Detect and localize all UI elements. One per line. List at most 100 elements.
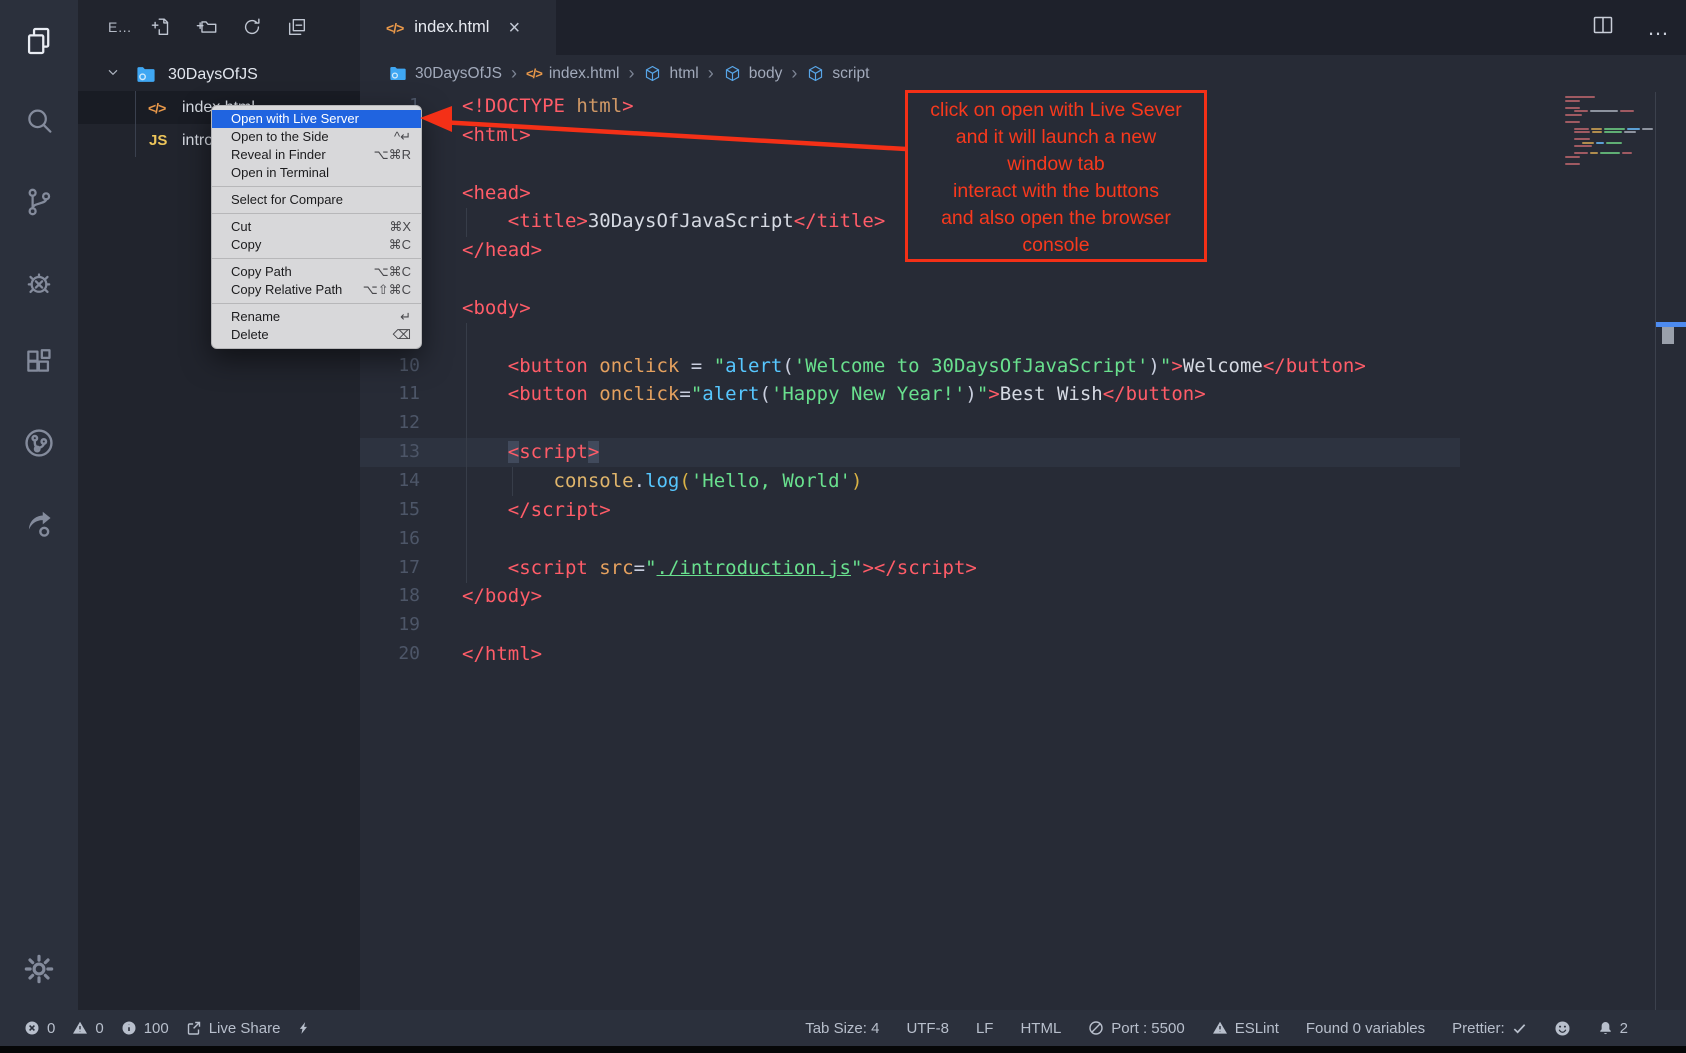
- editor-group: </> index.html × … 30DaysOfJS </>index.ht…: [360, 0, 1686, 1010]
- menu-item-shortcut: ⌘C: [389, 236, 411, 254]
- scrollbar-thumb[interactable]: [1662, 327, 1674, 344]
- status-left-group: 00 100 Live Share: [24, 1020, 310, 1037]
- status-item-label: Tab Size: 4: [805, 1020, 879, 1037]
- tab-index-html[interactable]: </> index.html ×: [360, 0, 556, 55]
- status-item-label: Prettier:: [1452, 1020, 1505, 1037]
- menu-item-label: Delete: [231, 326, 269, 344]
- code-line-14[interactable]: 14 console.log('Hello, World'): [360, 467, 1460, 496]
- menu-item-rename[interactable]: Rename↵: [212, 308, 421, 326]
- menu-item-label: Open to the Side: [231, 128, 329, 146]
- status-item-port-5500[interactable]: Port : 5500: [1088, 1020, 1184, 1037]
- refresh-icon[interactable]: [240, 15, 264, 39]
- breadcrumb-item-index-html[interactable]: </>index.html: [526, 65, 619, 83]
- line-number: 19: [360, 611, 420, 640]
- status-item-prettier[interactable]: Prettier:: [1452, 1020, 1527, 1037]
- breadcrumb-label: body: [749, 65, 783, 83]
- menu-item-cut[interactable]: Cut⌘X: [212, 218, 421, 236]
- menu-item-open-with-live-server[interactable]: Open with Live Server: [212, 110, 421, 128]
- breadcrumb-label: html: [669, 65, 698, 83]
- extensions-icon[interactable]: [0, 334, 78, 392]
- code-line-13[interactable]: 13 <script>: [360, 438, 1460, 467]
- menu-item-shortcut: ^↵: [394, 128, 411, 146]
- source-control-icon[interactable]: [0, 173, 78, 231]
- status-item-2[interactable]: 2: [1598, 1020, 1628, 1037]
- chevron-right-icon: [706, 63, 716, 84]
- code-line-17[interactable]: 17 <script src="./introduction.js"></scr…: [360, 554, 1460, 583]
- status-item-lightning[interactable]: [297, 1020, 310, 1036]
- new-file-icon[interactable]: [150, 15, 174, 39]
- folder-label: 30DaysOfJS: [168, 66, 258, 84]
- line-content: [420, 265, 462, 294]
- status-item-eslint[interactable]: ESLint: [1212, 1020, 1279, 1037]
- minimap-line: [1565, 142, 1653, 144]
- status-item-lf[interactable]: LF: [976, 1020, 994, 1037]
- code-line-16[interactable]: 16: [360, 525, 1460, 554]
- line-content: [420, 323, 462, 352]
- code-line-8[interactable]: 8<body>: [360, 294, 1460, 323]
- explorer-icon[interactable]: [0, 12, 78, 70]
- line-content: </body>: [420, 582, 542, 611]
- cube-icon: [723, 64, 742, 83]
- status-item-0[interactable]: 0: [72, 1020, 103, 1037]
- line-number: 16: [360, 525, 420, 554]
- status-item-smiley[interactable]: [1554, 1020, 1571, 1037]
- gitlens-icon[interactable]: [0, 414, 78, 472]
- menu-item-label: Open in Terminal: [231, 164, 329, 182]
- status-item-0[interactable]: 0: [24, 1020, 55, 1037]
- menu-item-open-in-terminal[interactable]: Open in Terminal: [212, 164, 421, 182]
- minimap[interactable]: [1565, 96, 1653, 148]
- live-share-icon[interactable]: [0, 494, 78, 552]
- search-icon[interactable]: [0, 92, 78, 150]
- more-actions-icon[interactable]: …: [1647, 23, 1670, 33]
- status-item-live-share[interactable]: Live Share: [186, 1020, 281, 1037]
- code-line-18[interactable]: 18</body>: [360, 582, 1460, 611]
- explorer-title: E…: [108, 19, 132, 35]
- status-item-tab-size-4[interactable]: Tab Size: 4: [805, 1020, 879, 1037]
- annotation-line: and it will launch a new: [908, 124, 1204, 151]
- status-item-100[interactable]: 100: [121, 1020, 169, 1037]
- indent-guide: [466, 208, 467, 237]
- warning-icon: [72, 1020, 88, 1036]
- vscode-window: E… 30Da: [0, 0, 1686, 1053]
- line-number: 14: [360, 467, 420, 496]
- line-content: <button onclick = "alert('Welcome to 30D…: [420, 352, 1366, 381]
- code-line-11[interactable]: 11 <button onclick="alert('Happy New Yea…: [360, 380, 1460, 409]
- close-icon[interactable]: ×: [508, 18, 520, 38]
- new-folder-icon[interactable]: [195, 15, 219, 39]
- collapse-all-icon[interactable]: [285, 15, 309, 39]
- menu-separator: [212, 186, 421, 187]
- code-line-7[interactable]: 7: [360, 265, 1460, 294]
- menu-item-copy-path[interactable]: Copy Path⌥⌘C: [212, 263, 421, 281]
- breadcrumb-item-html[interactable]: html: [643, 64, 698, 83]
- menu-item-select-for-compare[interactable]: Select for Compare: [212, 191, 421, 209]
- code-line-20[interactable]: 20</html>: [360, 640, 1460, 669]
- status-item-found-0-variables[interactable]: Found 0 variables: [1306, 1020, 1425, 1037]
- run-debug-icon[interactable]: [0, 254, 78, 312]
- split-editor-icon[interactable]: [1591, 13, 1615, 42]
- breadcrumb-item-30daysofjs[interactable]: 30DaysOfJS: [388, 65, 502, 83]
- activity-bar: [0, 0, 78, 1010]
- breadcrumb-item-body[interactable]: body: [723, 64, 783, 83]
- menu-item-shortcut: ⌥⌘R: [374, 146, 411, 164]
- code-line-19[interactable]: 19: [360, 611, 1460, 640]
- chevron-right-icon: [626, 63, 636, 84]
- breadcrumb-item-script[interactable]: script: [806, 64, 869, 83]
- settings-gear-icon[interactable]: [0, 940, 78, 998]
- menu-item-delete[interactable]: Delete⌫: [212, 326, 421, 344]
- menu-item-shortcut: ⌥⌘C: [374, 263, 411, 281]
- menu-item-reveal-in-finder[interactable]: Reveal in Finder⌥⌘R: [212, 146, 421, 164]
- line-content: </html>: [420, 640, 542, 669]
- folder-row-30daysofjs[interactable]: 30DaysOfJS: [78, 58, 360, 91]
- code-line-12[interactable]: 12: [360, 409, 1460, 438]
- menu-item-copy[interactable]: Copy⌘C: [212, 236, 421, 254]
- menu-item-open-to-the-side[interactable]: Open to the Side ^↵: [212, 128, 421, 146]
- code-line-10[interactable]: 10 <button onclick = "alert('Welcome to …: [360, 352, 1460, 381]
- code-line-15[interactable]: 15 </script>: [360, 496, 1460, 525]
- status-item-label: 2: [1620, 1020, 1628, 1037]
- line-content: <script>: [420, 438, 599, 467]
- status-item-utf-8[interactable]: UTF-8: [906, 1020, 949, 1037]
- status-item-html[interactable]: HTML: [1020, 1020, 1061, 1037]
- smiley-icon: [1554, 1020, 1571, 1037]
- menu-item-copy-relative-path[interactable]: Copy Relative Path⌥⇧⌘C: [212, 281, 421, 299]
- code-line-9[interactable]: 9: [360, 323, 1460, 352]
